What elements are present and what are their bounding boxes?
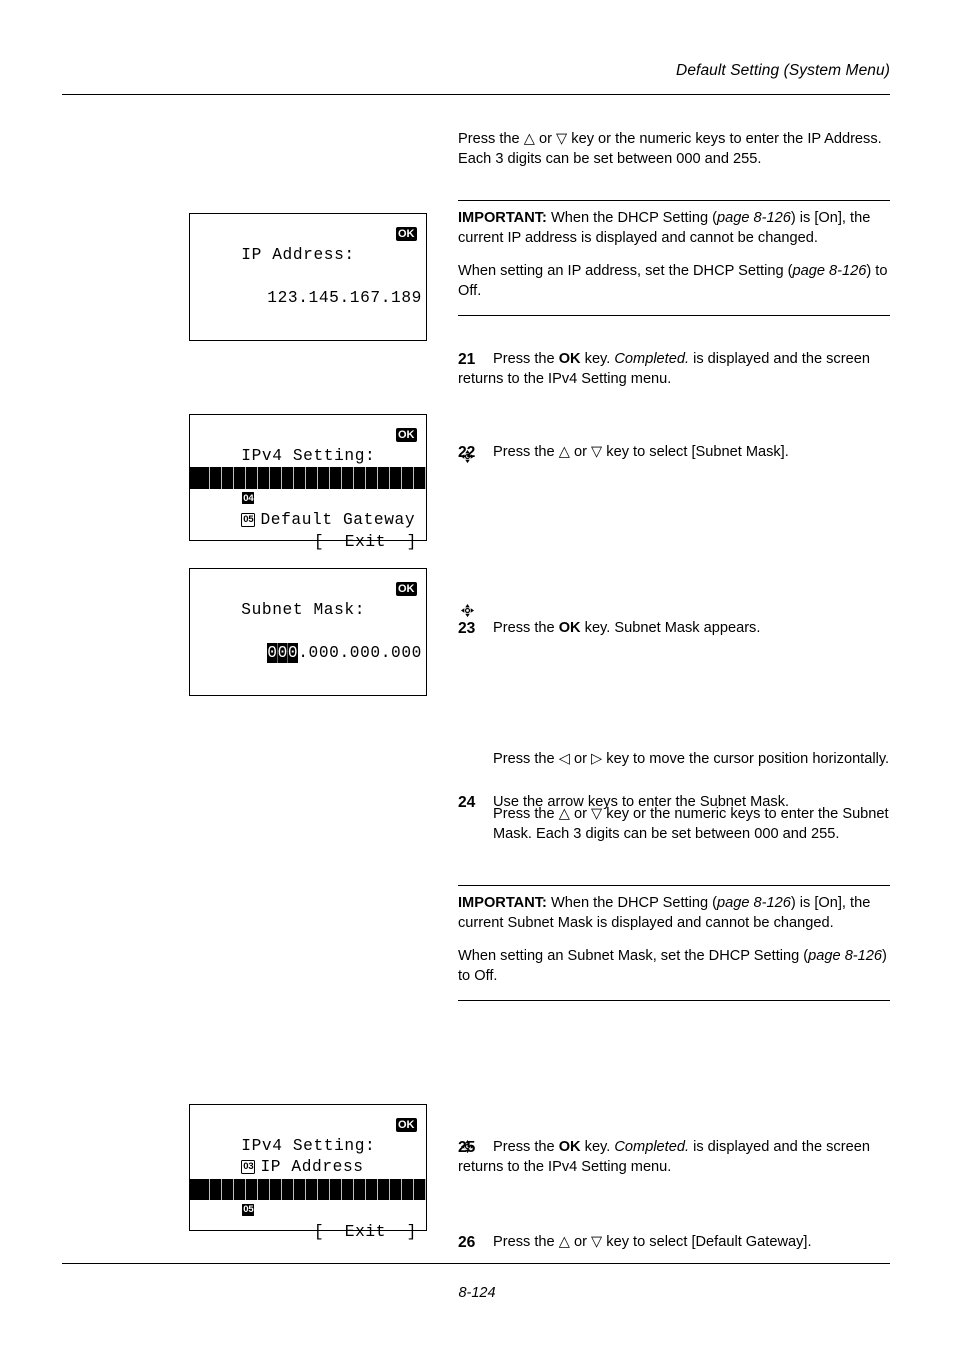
step-body: Press the △ or ▽ key to select [Subnet M… <box>493 444 789 461</box>
lcd-title-row: IP Address: OK <box>200 223 417 264</box>
important-block-1: IMPORTANT: When the DHCP Setting (page 8… <box>458 200 890 317</box>
lcd-menu-item-selected[interactable]: 04 Subnet Mask <box>190 467 426 508</box>
important-paragraph-2: When setting an IP address, set the DHCP… <box>458 262 890 301</box>
lcd-status-icons: OK <box>395 223 417 245</box>
ok-icon: OK <box>395 226 417 241</box>
item-number-chip: 05 <box>241 1202 256 1217</box>
ok-key-label: OK <box>558 1138 581 1155</box>
header-title: Default Setting (System Menu) <box>676 62 890 79</box>
completed-label: Completed. <box>614 351 690 367</box>
lcd-status-icons: OK <box>378 578 475 617</box>
remaining-octets: .000.000.000 <box>298 643 422 662</box>
step-number: 23 <box>458 619 476 637</box>
lcd-title-row: Subnet Mask: OK <box>200 578 475 619</box>
lcd-status-icons: OK <box>378 1114 475 1153</box>
step-22: 22 Press the △ or ▽ key to select [Subne… <box>458 443 890 463</box>
step-body: Press the OK key. Subnet Mask appears. <box>493 620 760 636</box>
ok-key-label: OK <box>558 351 581 367</box>
intro-paragraph-block: Press the △ or ▽ key or the numeric keys… <box>458 130 890 169</box>
four-way-arrows-icon <box>378 427 475 463</box>
lcd-panel-ip-address-entry: IP Address: OK 123.145.167.189 <box>189 213 427 341</box>
lcd-panel-ipv4-setting-subnet: IPv4 Setting: OK 03IP Address 04 Subnet M… <box>189 414 475 551</box>
footer-rule <box>62 1263 890 1264</box>
important2-text-before-ref: When setting an IP address, set the DHCP… <box>458 263 793 280</box>
important-rule-top <box>458 885 890 886</box>
lcd-exit-button[interactable]: [ Exit ] <box>200 510 417 551</box>
four-way-arrows-icon <box>378 581 475 617</box>
item-label: Default Gateway <box>260 1201 416 1219</box>
ip-address-value: 123.145.167.189 <box>267 288 422 307</box>
important-rule-top <box>458 200 890 201</box>
selected-octet[interactable]: 000 <box>267 642 299 663</box>
step-text: Press the <box>493 351 559 367</box>
header-rule <box>62 94 890 95</box>
step-text: Press the <box>493 1138 559 1155</box>
ok-icon: OK <box>395 1117 417 1132</box>
important-paragraph-1: IMPORTANT: When the DHCP Setting (page 8… <box>458 894 890 933</box>
step-text: key. <box>580 351 615 367</box>
important-text-before-ref: When the DHCP Setting ( <box>546 210 717 226</box>
page-reference: page 8-126 <box>716 895 791 911</box>
step-number: 21 <box>458 351 476 368</box>
lcd-title-row: IPv4 Setting: OK <box>200 1114 475 1155</box>
lcd-value-row: 123.145.167.189 <box>200 266 421 307</box>
page-reference: page 8-126 <box>808 948 883 965</box>
completed-label: Completed. <box>614 1138 690 1155</box>
step-body: Press the △ or ▽ key to select [Default … <box>493 1234 812 1251</box>
important-label: IMPORTANT: <box>458 210 547 226</box>
step-text: key. <box>580 1138 615 1155</box>
lcd-value-row[interactable]: 000.000.000.000 <box>200 621 421 663</box>
step-24-sub-text-1: Press the ◁ or ▷ key to move the cursor … <box>493 751 890 767</box>
step-24-sub-2: Press the △ or ▽ key or the numeric keys… <box>458 805 890 844</box>
exit-label: [ Exit ] <box>313 1222 417 1241</box>
step-text: key. Subnet Mask appears. <box>580 619 761 636</box>
important-paragraph-1: IMPORTANT: When the DHCP Setting (page 8… <box>458 209 890 248</box>
important-paragraph-2: When setting an Subnet Mask, set the DHC… <box>458 947 890 986</box>
page-reference: page 8-126 <box>716 210 791 226</box>
ok-icon: OK <box>395 427 417 442</box>
lcd-menu-item[interactable]: 03IP Address <box>200 1136 417 1176</box>
step-23: 23 Press the OK key. Subnet Mask appears… <box>458 619 890 639</box>
step-24-sub-1: Press the ◁ or ▷ key to move the cursor … <box>458 750 890 770</box>
step-24-sub-text-2: Press the △ or ▽ key or the numeric keys… <box>493 806 889 842</box>
lcd-panel-subnet-mask-entry: Subnet Mask: OK 000.000.000.000 <box>189 568 475 696</box>
page-number: 8-124 <box>458 1285 496 1301</box>
important2-text-before-ref: When setting an Subnet Mask, set the DHC… <box>458 948 809 965</box>
step-21: 21 Press the OK key. Completed. is displ… <box>458 350 890 389</box>
step-25: 25 Press the OK key. Completed. is displ… <box>458 1138 890 1177</box>
item-number-chip: 04 <box>241 491 256 505</box>
step-number: 26 <box>458 1234 476 1252</box>
important-text-before-ref: When the DHCP Setting ( <box>546 895 717 911</box>
lcd-menu-item-selected[interactable]: 05 Default Gateway <box>190 1178 426 1219</box>
lcd-menu-item[interactable]: 03IP Address <box>200 446 417 486</box>
important-label: IMPORTANT: <box>458 895 547 911</box>
important-rule-bottom <box>458 1000 890 1002</box>
lcd-menu-item[interactable]: 04Subnet Mask <box>200 1157 417 1198</box>
important-rule-bottom <box>458 315 890 317</box>
lcd-title-row: IPv4 Setting: OK <box>200 424 475 465</box>
step-body: Press the OK key. Completed. is displaye… <box>458 351 870 387</box>
ok-key-label: OK <box>558 619 581 636</box>
step-text: Press the <box>493 619 559 636</box>
step-body: Press the OK key. Completed. is displaye… <box>458 1139 870 1175</box>
page-reference: page 8-126 <box>792 263 867 280</box>
intro-paragraph: Press the △ or ▽ key or the numeric keys… <box>458 131 882 167</box>
lcd-spacer-row <box>200 245 417 267</box>
step-26: 26 Press the △ or ▽ key to select [Defau… <box>458 1233 890 1253</box>
lcd-spacer-row <box>200 600 417 622</box>
important-block-2: IMPORTANT: When the DHCP Setting (page 8… <box>458 885 890 1002</box>
item-label: Subnet Mask <box>260 489 374 508</box>
exit-label: [ Exit ] <box>313 532 417 551</box>
lcd-panel-ipv4-setting-gateway: IPv4 Setting: OK 03IP Address 04Subnet M… <box>189 1104 475 1241</box>
four-way-arrows-icon <box>378 1117 475 1153</box>
ok-icon: OK <box>395 581 417 596</box>
page-header: Default Setting (System Menu) <box>62 62 890 98</box>
lcd-status-icons: OK <box>378 424 475 463</box>
